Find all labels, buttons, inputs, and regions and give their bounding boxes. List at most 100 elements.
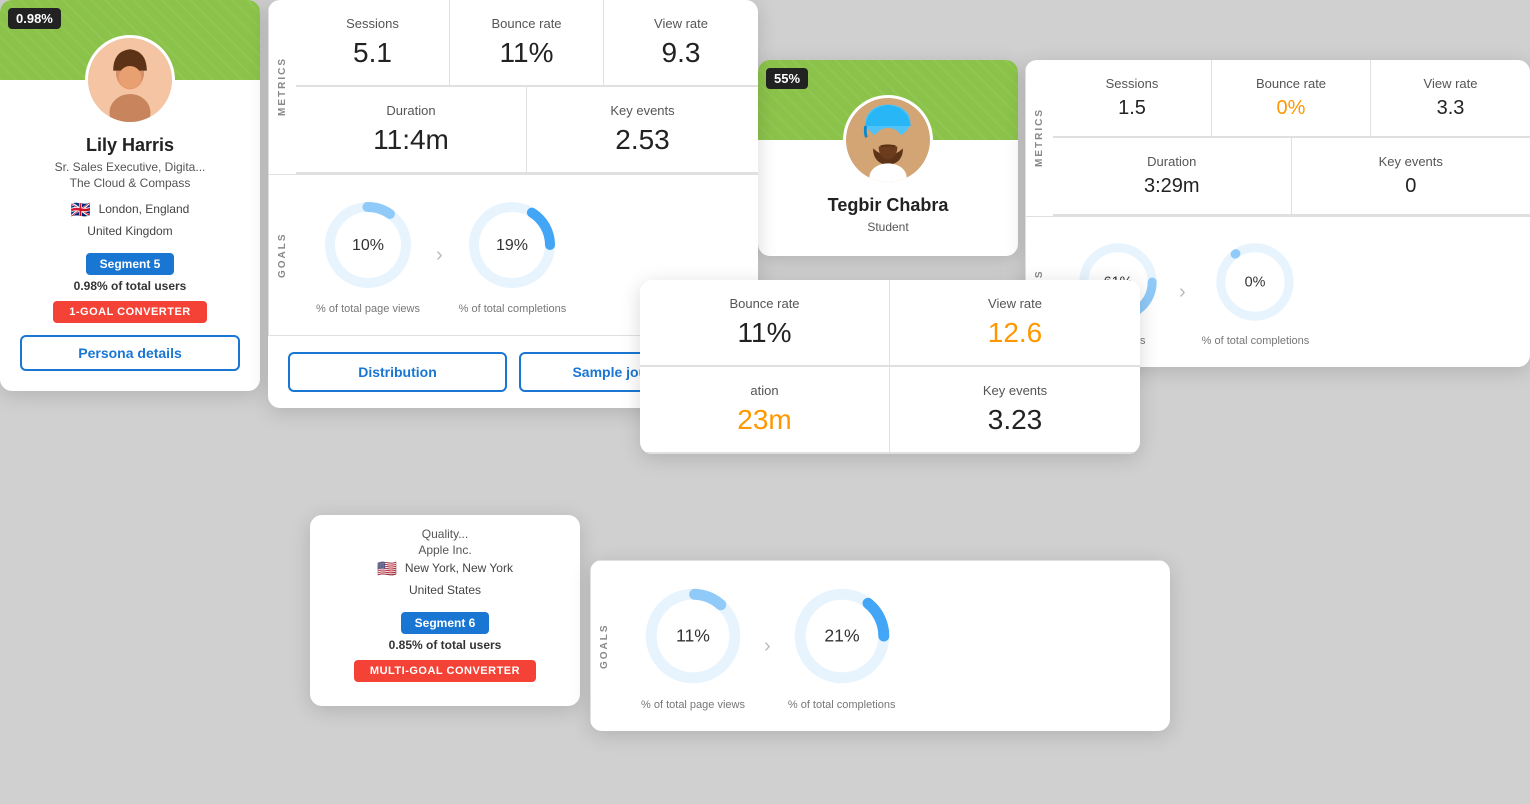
partial-bounce-cell: Bounce rate 11%	[640, 280, 890, 366]
donut-pageviews-3: 11% % of total page views	[638, 581, 748, 711]
converter-badge-3: MULTI-GOAL CONVERTER	[354, 660, 536, 682]
view-rate-label-2: View rate	[1395, 76, 1506, 91]
key-events-cell-2: Key events 0	[1292, 138, 1530, 215]
bounce-rate-value-1: 11%	[474, 37, 579, 69]
view-rate-value-1: 9.3	[628, 37, 734, 69]
partial-viewrate-cell: View rate 12.6	[890, 280, 1140, 366]
view-rate-label-1: View rate	[628, 16, 734, 31]
metrics-top-section: METRICS Sessions 5.1 Bounce rate 11% Vie…	[268, 0, 758, 174]
avatar-2	[843, 95, 933, 185]
donut-svg-completions-2: 0%	[1210, 237, 1300, 327]
percentage-badge-1: 0.98%	[8, 8, 61, 29]
sessions-cell-1: Sessions 5.1	[296, 0, 450, 86]
avatar-container-2	[843, 95, 933, 185]
goals-panel-3: GOALS 11% % of total page views › 21% % …	[590, 560, 1170, 731]
bounce-rate-cell-1: Bounce rate 11%	[450, 0, 604, 86]
donut-pageviews-1: 10% % of total page views	[316, 195, 420, 315]
view-rate-cell-1: View rate 9.3	[604, 0, 758, 86]
view-rate-cell-2: View rate 3.3	[1371, 60, 1530, 137]
completions-label-1: % of total completions	[459, 303, 567, 315]
partial-top-row: Bounce rate 11% View rate 12.6	[640, 280, 1140, 367]
partial-duration-cell: ation 23m	[640, 367, 890, 453]
distribution-btn-1[interactable]: Distribution	[288, 352, 507, 392]
pageviews-label-1: % of total page views	[316, 303, 420, 315]
total-users-1: 0.98% of total users	[20, 279, 240, 293]
key-events-label-2: Key events	[1316, 154, 1507, 169]
duration-label-2: Duration	[1077, 154, 1267, 169]
chevron-icon-1: ›	[436, 244, 443, 267]
country-row-1: United Kingdom	[20, 224, 240, 241]
partial-keyevents-cell: Key events 3.23	[890, 367, 1140, 453]
donut-completions-3: 21% % of total completions	[787, 581, 897, 711]
key-events-cell-1: Key events 2.53	[527, 87, 758, 173]
card-body-1: Lily Harris Sr. Sales Executive, Digita.…	[0, 80, 260, 391]
location-row-1: 🇬🇧 London, England	[20, 200, 240, 220]
card3-persona: Quality... Apple Inc. 🇺🇸 New York, New Y…	[310, 515, 580, 706]
metrics-label-2: METRICS	[1025, 60, 1053, 216]
goals-label-1: GOALS	[268, 175, 296, 335]
card3-title2: Apple Inc.	[330, 543, 560, 557]
sessions-label-2: Sessions	[1077, 76, 1187, 91]
goals-section-3: GOALS 11% % of total page views › 21% % …	[590, 560, 1170, 731]
key-events-label-1: Key events	[551, 103, 734, 118]
card-banner-1: 0.98%	[0, 0, 260, 80]
duration-value-1: 11:4m	[320, 124, 502, 156]
key-events-value-1: 2.53	[551, 124, 734, 156]
location-country-1: United Kingdom	[87, 224, 172, 238]
bounce-rate-label-2: Bounce rate	[1236, 76, 1346, 91]
goals-label-3: GOALS	[590, 561, 618, 731]
partial-duration-value: 23m	[664, 404, 865, 436]
converter-badge-1: 1-GOAL CONVERTER	[53, 301, 206, 323]
metrics-grid-2: Sessions 1.5 Bounce rate 0% View rate 3.…	[1053, 60, 1530, 216]
card-banner-2: 55%	[758, 60, 1018, 140]
partial-bottom-row: ation 23m Key events 3.23	[640, 367, 1140, 454]
card3-location: 🇺🇸 New York, New York	[330, 559, 560, 579]
duration-cell-2: Duration 3:29m	[1053, 138, 1292, 215]
persona-name-1: Lily Harris	[20, 135, 240, 156]
percentage-badge-2: 55%	[766, 68, 808, 89]
sessions-label-1: Sessions	[320, 16, 425, 31]
duration-label-1: Duration	[320, 103, 502, 118]
segment-badge-3: Segment 6	[401, 612, 490, 634]
partial-keyevents-value: 3.23	[914, 404, 1116, 436]
pageviews-label-3: % of total page views	[641, 699, 745, 711]
persona-card-2: 55%	[758, 60, 1018, 256]
location-city-1: London, England	[99, 202, 190, 216]
persona-company-1: The Cloud & Compass	[20, 176, 240, 190]
card3-total-users: 0.85% of total users	[330, 638, 560, 652]
svg-text:10%: 10%	[352, 237, 384, 254]
avatar-man-svg	[846, 95, 930, 185]
card3-title1: Quality...	[330, 527, 560, 541]
persona-title-1: Sr. Sales Executive, Digita...	[20, 160, 240, 174]
key-events-value-2: 0	[1316, 175, 1507, 198]
persona-title-2: Student	[778, 220, 998, 234]
partial-keyevents-label: Key events	[914, 383, 1116, 398]
metrics-bottom-row-2: Duration 3:29m Key events 0	[1053, 138, 1530, 216]
duration-value-2: 3:29m	[1077, 175, 1267, 198]
persona-card-1: 0.98% Lily Harris Sr. Sales Executive, D…	[0, 0, 260, 391]
persona-details-btn-1[interactable]: Persona details	[20, 335, 240, 371]
bounce-rate-cell-2: Bounce rate 0%	[1212, 60, 1371, 137]
svg-text:19%: 19%	[496, 237, 528, 254]
partial-overlay-panel: Bounce rate 11% View rate 12.6 ation 23m…	[640, 280, 1140, 454]
metrics-grid-1: Sessions 5.1 Bounce rate 11% View rate 9…	[296, 0, 758, 174]
bounce-rate-value-2: 0%	[1236, 97, 1346, 120]
partial-metrics-row-2: ation 23m Key events 3.23	[640, 367, 1140, 453]
partial-viewrate-value: 12.6	[914, 317, 1116, 349]
partial-viewrate-label: View rate	[914, 296, 1116, 311]
card3-body: Quality... Apple Inc. 🇺🇸 New York, New Y…	[310, 515, 580, 706]
metrics-label-1: METRICS	[268, 0, 296, 174]
card3-country: United States	[409, 583, 481, 597]
card3-flag: 🇺🇸	[377, 559, 397, 579]
donut-svg-pageviews-3: 11%	[638, 581, 748, 691]
metrics-bottom-row-1: Duration 11:4m Key events 2.53	[296, 87, 758, 174]
metrics-top-row-1: Sessions 5.1 Bounce rate 11% View rate 9…	[296, 0, 758, 87]
view-rate-value-2: 3.3	[1395, 97, 1506, 120]
sessions-cell-2: Sessions 1.5	[1053, 60, 1212, 137]
flag-uk: 🇬🇧	[71, 200, 91, 220]
chevron-icon-3: ›	[764, 635, 771, 658]
donut-completions-1: 19% % of total completions	[459, 195, 567, 315]
card3-country-row: United States	[330, 583, 560, 600]
partial-bounce-value: 11%	[664, 317, 865, 349]
donut-completions-2: 0% % of total completions	[1202, 237, 1310, 347]
